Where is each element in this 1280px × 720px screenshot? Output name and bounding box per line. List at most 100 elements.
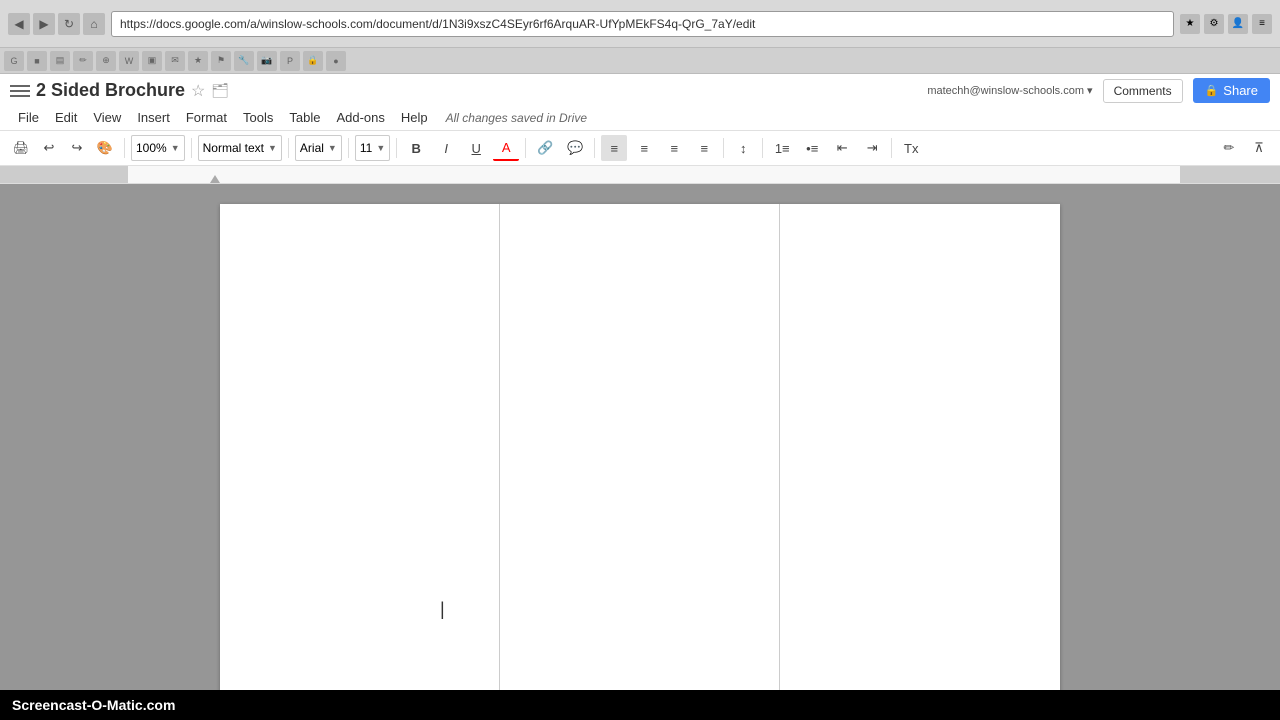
paint-format-button[interactable]: 🎨 xyxy=(92,135,118,161)
comments-button[interactable]: Comments xyxy=(1103,79,1183,103)
print-button[interactable]: 🖨 xyxy=(8,135,34,161)
style-arrow: ▼ xyxy=(268,143,277,153)
address-bar[interactable]: https://docs.google.com/a/winslow-school… xyxy=(111,11,1174,37)
hamburger-menu[interactable] xyxy=(10,81,30,101)
menu-insert[interactable]: Insert xyxy=(129,107,178,128)
align-justify-button[interactable]: ≡ xyxy=(691,135,717,161)
toolbar-sep-10 xyxy=(891,138,892,158)
gdocs-header: 2 Sided Brochure ☆ 🗂 matechh@winslow-sch… xyxy=(0,74,1280,131)
doc-area[interactable]: | xyxy=(0,184,1280,720)
italic-button[interactable]: I xyxy=(433,135,459,161)
size-select[interactable]: 11 ▼ xyxy=(355,135,390,161)
toolbar: 🖨 ↩ ↪ 🎨 100% ▼ Normal text ▼ Arial ▼ 11 … xyxy=(0,131,1280,166)
toolbar-sep-3 xyxy=(288,138,289,158)
text-color-button[interactable]: A xyxy=(493,135,519,161)
menu-bar: File Edit View Insert Format Tools Table… xyxy=(10,105,1270,130)
clear-formatting-button[interactable]: Tx xyxy=(898,135,924,161)
brochure-col-3[interactable] xyxy=(780,204,1060,700)
menu-format[interactable]: Format xyxy=(178,107,235,128)
screencast-text: Screencast-O-Matic.com xyxy=(12,697,175,713)
align-center-button[interactable]: ≡ xyxy=(631,135,657,161)
ext-icon-1: G xyxy=(4,51,24,71)
extension-bar: G ■ ▤ ✏ ⊕ W ▣ ✉ ★ ⚑ 🔧 📷 P 🔒 ● xyxy=(0,48,1280,74)
style-value: Normal text xyxy=(203,141,264,155)
collapse-button[interactable]: ⊼ xyxy=(1246,135,1272,161)
ext-icon-14: 🔒 xyxy=(303,51,323,71)
forward-button[interactable]: ▶ xyxy=(33,13,55,35)
share-button[interactable]: 🔒 Share xyxy=(1193,78,1270,103)
bold-button[interactable]: B xyxy=(403,135,429,161)
toolbar-sep-8 xyxy=(723,138,724,158)
size-value: 11 xyxy=(360,141,372,155)
url-text: https://docs.google.com/a/winslow-school… xyxy=(120,17,755,31)
ext-icon-11: 🔧 xyxy=(234,51,254,71)
menu-tools[interactable]: Tools xyxy=(235,107,281,128)
line-spacing-button[interactable]: ↕ xyxy=(730,135,756,161)
ext-icon-7: ▣ xyxy=(142,51,162,71)
ext-icon-15: ● xyxy=(326,51,346,71)
comment-button[interactable]: 💬 xyxy=(562,135,588,161)
reload-button[interactable]: ↻ xyxy=(58,13,80,35)
gdocs-container: 2 Sided Brochure ☆ 🗂 matechh@winslow-sch… xyxy=(0,74,1280,720)
menu-help[interactable]: Help xyxy=(393,107,436,128)
toolbar-sep-5 xyxy=(396,138,397,158)
ext-icon-2: ■ xyxy=(27,51,47,71)
brochure-col-1[interactable] xyxy=(220,204,500,700)
ext-icon-5: ⊕ xyxy=(96,51,116,71)
style-select[interactable]: Normal text ▼ xyxy=(198,135,282,161)
share-label: Share xyxy=(1223,83,1258,98)
browser-actions: ★ ⚙ 👤 ≡ xyxy=(1180,14,1272,34)
user-email[interactable]: matechh@winslow-schools.com ▾ xyxy=(927,84,1092,97)
font-select[interactable]: Arial ▼ xyxy=(295,135,342,161)
title-right: matechh@winslow-schools.com ▾ Comments 🔒… xyxy=(927,78,1270,103)
brochure-col-2[interactable] xyxy=(500,204,780,700)
font-value: Arial xyxy=(300,141,324,155)
star-bookmark-icon[interactable]: ★ xyxy=(1180,14,1200,34)
bulleted-list-button[interactable]: •≡ xyxy=(799,135,825,161)
ext-icon-3: ▤ xyxy=(50,51,70,71)
home-button[interactable]: ⌂ xyxy=(83,13,105,35)
increase-indent-button[interactable]: ⇥ xyxy=(859,135,885,161)
ruler xyxy=(0,166,1280,184)
menu-addons[interactable]: Add-ons xyxy=(328,107,392,128)
ext-icon-6: W xyxy=(119,51,139,71)
edit-mode-button[interactable]: ✏ xyxy=(1216,135,1242,161)
menu-file[interactable]: File xyxy=(10,107,47,128)
menu-view[interactable]: View xyxy=(85,107,129,128)
browser-bar: ◀ ▶ ↻ ⌂ https://docs.google.com/a/winslo… xyxy=(0,0,1280,48)
link-button[interactable]: 🔗 xyxy=(532,135,558,161)
align-right-button[interactable]: ≡ xyxy=(661,135,687,161)
extensions-icon[interactable]: ⚙ xyxy=(1204,14,1224,34)
ext-icon-4: ✏ xyxy=(73,51,93,71)
star-icon[interactable]: ☆ xyxy=(191,81,205,101)
underline-button[interactable]: U xyxy=(463,135,489,161)
doc-title: 2 Sided Brochure xyxy=(36,80,185,101)
numbered-list-button[interactable]: 1≡ xyxy=(769,135,795,161)
decrease-indent-button[interactable]: ⇤ xyxy=(829,135,855,161)
zoom-select[interactable]: 100% ▼ xyxy=(131,135,185,161)
screencast-bar: Screencast-O-Matic.com xyxy=(0,690,1280,720)
menu-icon[interactable]: ≡ xyxy=(1252,14,1272,34)
ruler-tab[interactable] xyxy=(210,175,220,183)
paper: | xyxy=(220,204,1060,700)
toolbar-sep-9 xyxy=(762,138,763,158)
menu-edit[interactable]: Edit xyxy=(47,107,85,128)
redo-button[interactable]: ↪ xyxy=(64,135,90,161)
zoom-value: 100% xyxy=(136,141,167,155)
toolbar-sep-4 xyxy=(348,138,349,158)
user-icon[interactable]: 👤 xyxy=(1228,14,1248,34)
back-button[interactable]: ◀ xyxy=(8,13,30,35)
folder-icon[interactable]: 🗂 xyxy=(211,82,229,99)
save-status: All changes saved in Drive xyxy=(446,111,587,125)
title-row: 2 Sided Brochure ☆ 🗂 matechh@winslow-sch… xyxy=(10,78,1270,105)
toolbar-sep-7 xyxy=(594,138,595,158)
ext-icon-13: P xyxy=(280,51,300,71)
undo-button[interactable]: ↩ xyxy=(36,135,62,161)
title-left: 2 Sided Brochure ☆ 🗂 xyxy=(10,80,229,101)
toolbar-file-group: 🖨 ↩ ↪ 🎨 xyxy=(8,135,118,161)
ext-icon-12: 📷 xyxy=(257,51,277,71)
font-arrow: ▼ xyxy=(328,143,337,153)
menu-table[interactable]: Table xyxy=(281,107,328,128)
align-left-button[interactable]: ≡ xyxy=(601,135,627,161)
brochure-grid xyxy=(220,204,1060,700)
